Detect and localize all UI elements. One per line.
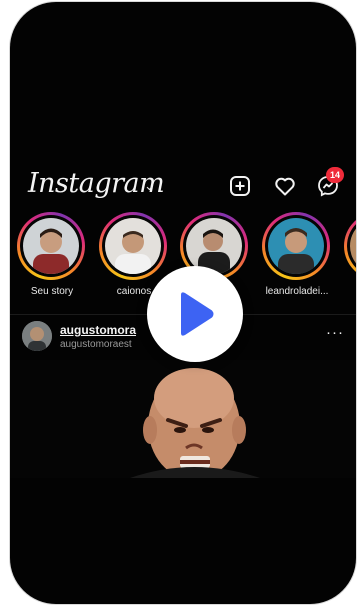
story-avatar: [105, 218, 161, 274]
story-item[interactable]: andr: [344, 212, 356, 297]
heart-icon[interactable]: [273, 174, 297, 198]
more-options-button[interactable]: ···: [326, 324, 344, 341]
post-media[interactable]: [10, 360, 356, 478]
play-button[interactable]: [147, 266, 243, 362]
story-name: andr: [344, 286, 356, 297]
messages-badge: 14: [326, 167, 344, 183]
post-author-avatar[interactable]: [22, 321, 52, 351]
app-header: Instagram ⌄ 14: [10, 164, 356, 208]
account-switch-chevron-icon[interactable]: ⌄: [144, 178, 155, 194]
post-username[interactable]: augustomora: [60, 323, 136, 337]
story-item[interactable]: Seu story: [17, 212, 87, 297]
story-name: leandroladei...: [265, 286, 329, 297]
play-icon: [181, 292, 214, 336]
add-post-icon[interactable]: [228, 174, 252, 198]
story-avatar: [23, 218, 79, 274]
story-avatar: [350, 218, 356, 274]
story-item[interactable]: leandroladei...: [262, 212, 332, 297]
post-subtitle-text: augustomoraest: [60, 339, 132, 350]
post-media-image: [10, 360, 356, 478]
phone-screen: Instagram ⌄ 14 Seu story caionos leandro…: [10, 2, 356, 604]
story-name: Seu story: [30, 286, 74, 297]
story-avatar: [268, 218, 324, 274]
